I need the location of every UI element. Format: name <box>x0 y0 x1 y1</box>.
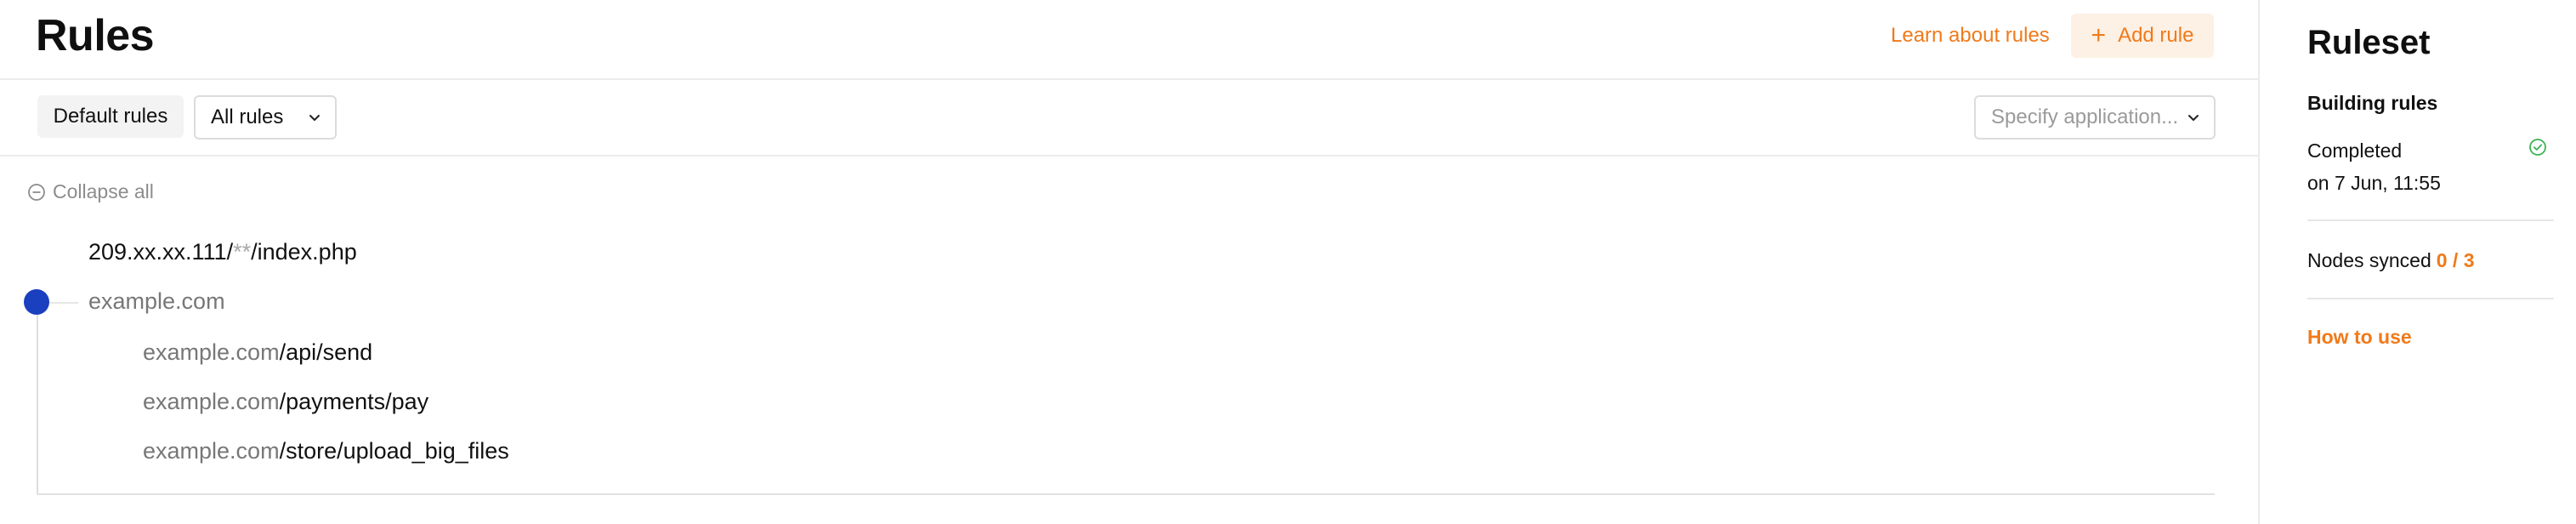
rule-wildcard: ** <box>233 239 252 265</box>
tree-connector-line <box>37 315 38 495</box>
tree-node-marker[interactable] <box>24 289 49 315</box>
rule-host: example.com <box>143 389 280 414</box>
panel-divider <box>2307 298 2554 299</box>
build-status-text: Completed <box>2307 140 2403 162</box>
panel-divider <box>2307 219 2554 221</box>
learn-about-rules-link[interactable]: Learn about rules <box>1891 20 2050 51</box>
rules-filter-select[interactable]: All rules <box>194 95 337 140</box>
default-rules-button[interactable]: Default rules <box>37 95 184 138</box>
chevron-down-icon <box>309 115 320 121</box>
rule-host: 209.xx.xx.111/ <box>88 239 234 265</box>
rule-row[interactable]: example.com/store/upload_big_files <box>143 436 509 466</box>
plus-icon: + <box>2091 21 2107 49</box>
build-status-date: on 7 Jun, 11:55 <box>2307 172 2441 194</box>
build-status: Completed on 7 Jun, 11:55 <box>2307 134 2441 199</box>
nodes-synced-count: 0 / 3 <box>2436 249 2475 271</box>
page-title: Rules <box>36 11 155 60</box>
collapse-all-button[interactable]: Collapse all <box>27 180 154 203</box>
filter-toolbar: Default rules All rules Specify applicat… <box>0 80 2258 157</box>
rule-path: /payments/pay <box>279 389 429 414</box>
minus-circle-icon <box>28 183 45 201</box>
how-to-use-link[interactable]: How to use <box>2307 323 2412 350</box>
rule-row[interactable]: example.com/api/send <box>143 337 372 367</box>
application-select[interactable]: Specify application... <box>1974 95 2216 140</box>
rule-row[interactable]: example.com/payments/pay <box>143 386 428 417</box>
rule-host: example.com <box>88 288 225 314</box>
nodes-synced-label: Nodes synced <box>2307 249 2431 271</box>
rule-host: example.com <box>143 339 280 365</box>
check-circle-icon <box>2529 139 2546 156</box>
main-area: Rules Learn about rules + Add rule Defau… <box>0 0 2258 524</box>
rules-app: Rules Learn about rules + Add rule Defau… <box>0 0 2576 524</box>
rule-row-domain[interactable]: example.com <box>88 286 225 316</box>
add-rule-button[interactable]: + Add rule <box>2071 14 2214 58</box>
collapse-all-label: Collapse all <box>53 180 154 202</box>
ruleset-panel: Ruleset Building rules Completed on 7 Ju… <box>2258 0 2576 524</box>
rule-row[interactable]: 209.xx.xx.111/**/index.php <box>88 236 357 267</box>
ruleset-title: Ruleset <box>2307 24 2431 61</box>
application-select-placeholder: Specify application... <box>1991 105 2179 128</box>
nodes-synced: Nodes synced 0 / 3 <box>2307 247 2475 274</box>
rule-host: example.com <box>143 438 280 464</box>
tree-bottom-border <box>37 493 2215 495</box>
page-header: Rules Learn about rules + Add rule <box>0 0 2258 80</box>
add-rule-label: Add rule <box>2118 24 2194 47</box>
rule-path: /api/send <box>279 339 373 365</box>
rule-path: /index.php <box>251 239 357 265</box>
building-rules-title: Building rules <box>2307 92 2438 114</box>
rules-filter-value: All rules <box>211 105 284 128</box>
rule-path: /store/upload_big_files <box>279 438 509 464</box>
chevron-down-icon <box>2188 115 2199 121</box>
tree-branch-line <box>49 302 78 304</box>
